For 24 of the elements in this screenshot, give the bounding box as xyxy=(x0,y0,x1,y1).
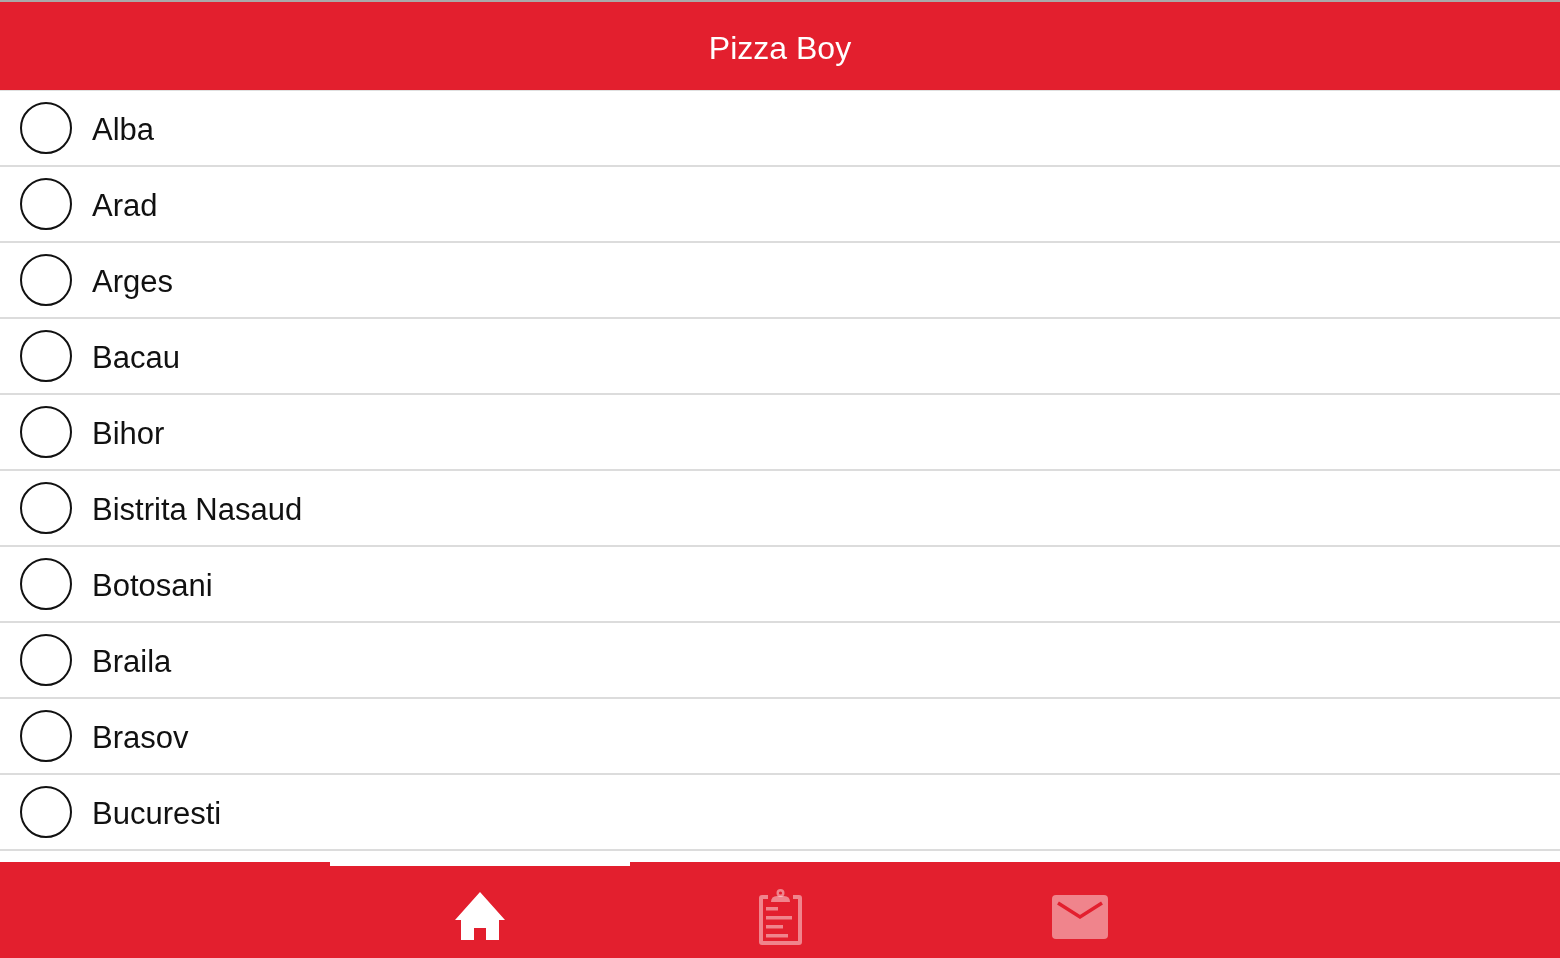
radio-button[interactable] xyxy=(20,178,72,230)
home-icon xyxy=(455,892,505,940)
province-label: Bucuresti xyxy=(92,795,222,832)
envelope-icon xyxy=(1052,895,1108,939)
radio-button[interactable] xyxy=(20,634,72,686)
province-label: Arad xyxy=(92,187,158,224)
radio-button[interactable] xyxy=(20,330,72,382)
header-title: Pizza Boy xyxy=(708,28,852,67)
radio-button[interactable] xyxy=(20,558,72,610)
radio-button[interactable] xyxy=(20,406,72,458)
province-label: Bistrita Nasaud xyxy=(92,491,303,528)
radio-button[interactable] xyxy=(20,102,72,154)
radio-button[interactable] xyxy=(20,786,72,838)
province-label: Braila xyxy=(92,643,172,680)
province-label: Botosani xyxy=(92,567,213,604)
clipboard-icon xyxy=(757,889,803,945)
province-label: Arges xyxy=(92,263,173,300)
radio-button[interactable] xyxy=(20,482,72,534)
province-label: Bihor xyxy=(92,415,165,452)
radio-button[interactable] xyxy=(20,254,72,306)
province-label: Brasov xyxy=(92,719,189,756)
province-label: Bacau xyxy=(92,339,180,376)
province-label: Alba xyxy=(92,111,155,148)
radio-button[interactable] xyxy=(20,710,72,762)
